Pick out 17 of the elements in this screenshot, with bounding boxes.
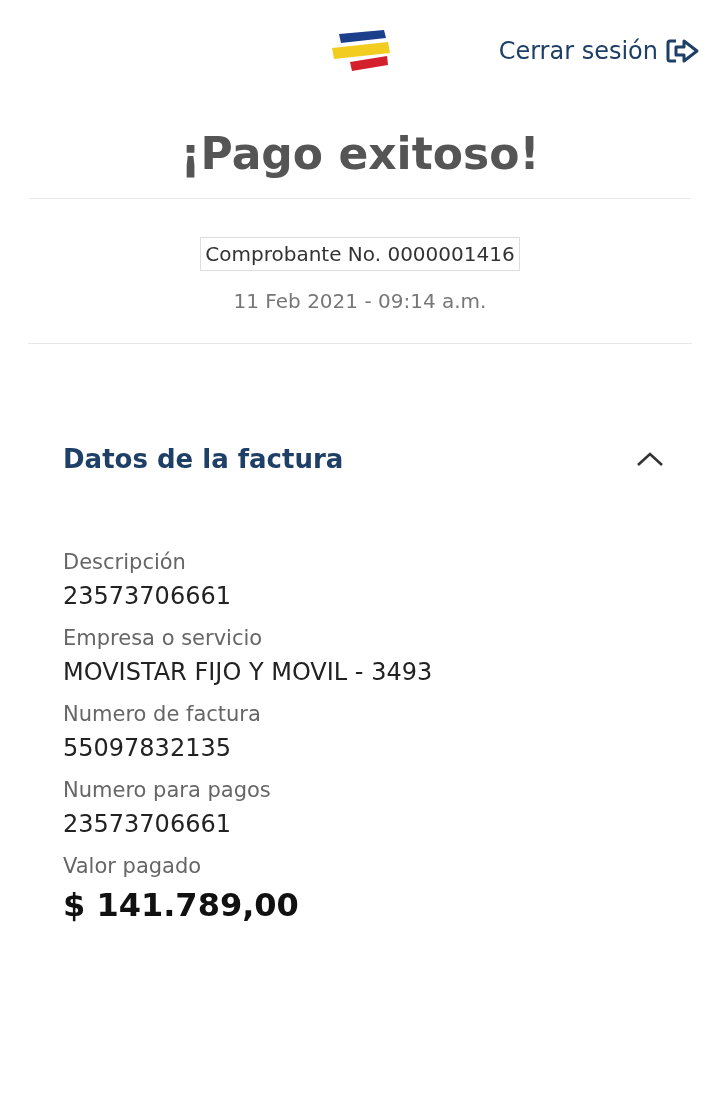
field-value: $ 141.789,00 <box>63 886 300 925</box>
logout-icon <box>666 38 700 64</box>
field-label: Descripción <box>63 550 187 575</box>
field-label: Valor pagado <box>63 854 203 879</box>
page-title: ¡Pago exitoso! <box>179 130 541 179</box>
section-title: Datos de la factura <box>63 444 344 475</box>
field-value: 23573706661 <box>63 810 232 839</box>
field-value: 23573706661 <box>63 582 232 611</box>
receipt-number: Comprobante No. 0000001416 <box>200 237 520 272</box>
field-label: Numero para pagos <box>63 778 272 803</box>
receipt-date: 11 Feb 2021 - 09:14 a.m. <box>233 289 487 314</box>
field-value: MOVISTAR FIJO Y MOVIL - 3493 <box>63 658 434 687</box>
field-value: 55097832135 <box>63 734 232 763</box>
field-label: Empresa o servicio <box>63 626 264 651</box>
caret-icon[interactable] <box>635 450 665 469</box>
logout-link[interactable]: Cerrar sesión <box>498 37 700 65</box>
field-label: Numero de factura <box>63 702 262 727</box>
